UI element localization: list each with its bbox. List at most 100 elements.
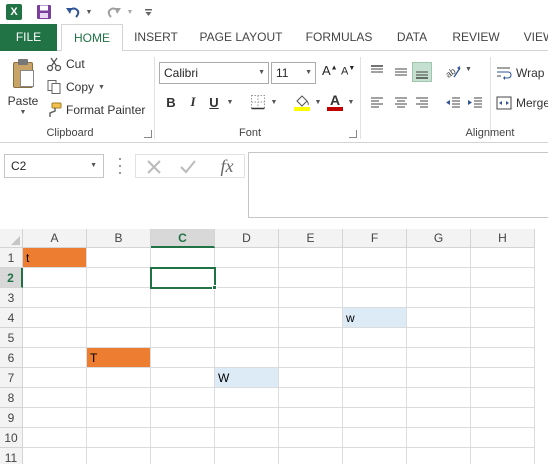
cell-d2[interactable] — [215, 268, 279, 288]
increase-indent-button[interactable] — [465, 93, 485, 113]
cell-c5[interactable] — [151, 328, 215, 348]
cell-c3[interactable] — [151, 288, 215, 308]
formula-input[interactable] — [248, 152, 548, 218]
cell-g10[interactable] — [407, 428, 471, 448]
cell-d8[interactable] — [215, 388, 279, 408]
excel-logo-icon[interactable]: X — [6, 4, 22, 20]
cell-a8[interactable] — [23, 388, 87, 408]
column-header-b[interactable]: B — [87, 229, 151, 248]
cell-g9[interactable] — [407, 408, 471, 428]
row-header-8[interactable]: 8 — [0, 388, 23, 408]
fill-color-dropdown-icon[interactable]: ▼ — [314, 92, 322, 112]
insert-function-icon[interactable]: fx — [214, 155, 240, 177]
cell-f5[interactable] — [343, 328, 407, 348]
formula-bar-resize-handle[interactable] — [118, 158, 122, 174]
tab-review[interactable]: REVIEW — [444, 24, 508, 51]
cell-f11[interactable] — [343, 448, 407, 464]
cell-a7[interactable] — [23, 368, 87, 388]
borders-button[interactable] — [249, 92, 267, 112]
cell-e2[interactable] — [279, 268, 343, 288]
underline-button[interactable]: U — [206, 92, 222, 112]
row-header-4[interactable]: 4 — [0, 308, 23, 328]
borders-dropdown-icon[interactable]: ▼ — [270, 92, 278, 112]
cell-c6[interactable] — [151, 348, 215, 368]
cell-g4[interactable] — [407, 308, 471, 328]
cell-g3[interactable] — [407, 288, 471, 308]
cell-g11[interactable] — [407, 448, 471, 464]
cell-e9[interactable] — [279, 408, 343, 428]
column-header-a[interactable]: A — [23, 229, 87, 248]
cell-e11[interactable] — [279, 448, 343, 464]
cell-d4[interactable] — [215, 308, 279, 328]
cell-b6[interactable]: T — [87, 348, 151, 368]
cell-e1[interactable] — [279, 248, 343, 268]
cell-f2[interactable] — [343, 268, 407, 288]
cell-c1[interactable] — [151, 248, 215, 268]
column-header-e[interactable]: E — [279, 229, 343, 248]
merge-center-button[interactable]: Merge — [496, 93, 548, 113]
cell-b9[interactable] — [87, 408, 151, 428]
cell-h9[interactable] — [471, 408, 535, 428]
cell-e7[interactable] — [279, 368, 343, 388]
align-center-button[interactable] — [391, 93, 411, 113]
cell-e6[interactable] — [279, 348, 343, 368]
cell-e10[interactable] — [279, 428, 343, 448]
cell-d7[interactable]: W — [215, 368, 279, 388]
format-painter-button[interactable]: Format Painter — [46, 100, 145, 120]
checkmark-icon[interactable] — [178, 157, 198, 177]
row-header-11[interactable]: 11 — [0, 448, 23, 464]
tab-insert[interactable]: INSERT — [128, 24, 184, 51]
font-name-select[interactable]: Calibri ▼ — [159, 62, 269, 84]
redo-dropdown-icon[interactable]: ▼ — [125, 3, 135, 21]
cell-c8[interactable] — [151, 388, 215, 408]
font-color-button[interactable]: A — [326, 92, 344, 112]
undo-dropdown-icon[interactable]: ▼ — [84, 3, 94, 21]
cell-b11[interactable] — [87, 448, 151, 464]
cell-f7[interactable] — [343, 368, 407, 388]
select-all-button[interactable] — [0, 229, 23, 248]
fill-handle[interactable] — [212, 285, 217, 290]
column-header-d[interactable]: D — [215, 229, 279, 248]
row-header-5[interactable]: 5 — [0, 328, 23, 348]
cell-h4[interactable] — [471, 308, 535, 328]
cell-c7[interactable] — [151, 368, 215, 388]
cell-d11[interactable] — [215, 448, 279, 464]
cell-e8[interactable] — [279, 388, 343, 408]
cell-a4[interactable] — [23, 308, 87, 328]
align-right-button[interactable] — [412, 93, 432, 113]
cell-d1[interactable] — [215, 248, 279, 268]
align-middle-button[interactable] — [391, 62, 411, 82]
cell-a10[interactable] — [23, 428, 87, 448]
cell-d10[interactable] — [215, 428, 279, 448]
cell-b5[interactable] — [87, 328, 151, 348]
underline-dropdown-icon[interactable]: ▼ — [226, 92, 234, 112]
font-size-select[interactable]: 11 ▼ — [271, 62, 316, 84]
row-header-1[interactable]: 1 — [0, 248, 23, 268]
cell-e4[interactable] — [279, 308, 343, 328]
cell-b4[interactable] — [87, 308, 151, 328]
cell-a1[interactable]: t — [23, 248, 87, 268]
cell-c10[interactable] — [151, 428, 215, 448]
tab-home[interactable]: HOME — [61, 24, 123, 52]
row-header-2[interactable]: 2 — [0, 268, 23, 288]
cell-h3[interactable] — [471, 288, 535, 308]
cell-b7[interactable] — [87, 368, 151, 388]
shrink-font-button[interactable]: A▼ — [341, 65, 357, 83]
row-header-3[interactable]: 3 — [0, 288, 23, 308]
wrap-text-button[interactable]: Wrap — [496, 63, 544, 83]
column-header-c[interactable]: C — [151, 229, 215, 248]
orientation-dropdown-icon[interactable]: ▼ — [465, 66, 472, 73]
cell-c2[interactable] — [151, 268, 215, 288]
cell-b8[interactable] — [87, 388, 151, 408]
row-header-7[interactable]: 7 — [0, 368, 23, 388]
cell-g1[interactable] — [407, 248, 471, 268]
cell-d5[interactable] — [215, 328, 279, 348]
undo-icon[interactable] — [65, 3, 81, 21]
cell-h11[interactable] — [471, 448, 535, 464]
column-header-f[interactable]: F — [343, 229, 407, 248]
tab-formulas[interactable]: FORMULAS — [297, 24, 381, 51]
align-left-button[interactable] — [367, 93, 387, 113]
tab-page-layout[interactable]: PAGE LAYOUT — [193, 24, 289, 51]
cell-a3[interactable] — [23, 288, 87, 308]
cell-f9[interactable] — [343, 408, 407, 428]
